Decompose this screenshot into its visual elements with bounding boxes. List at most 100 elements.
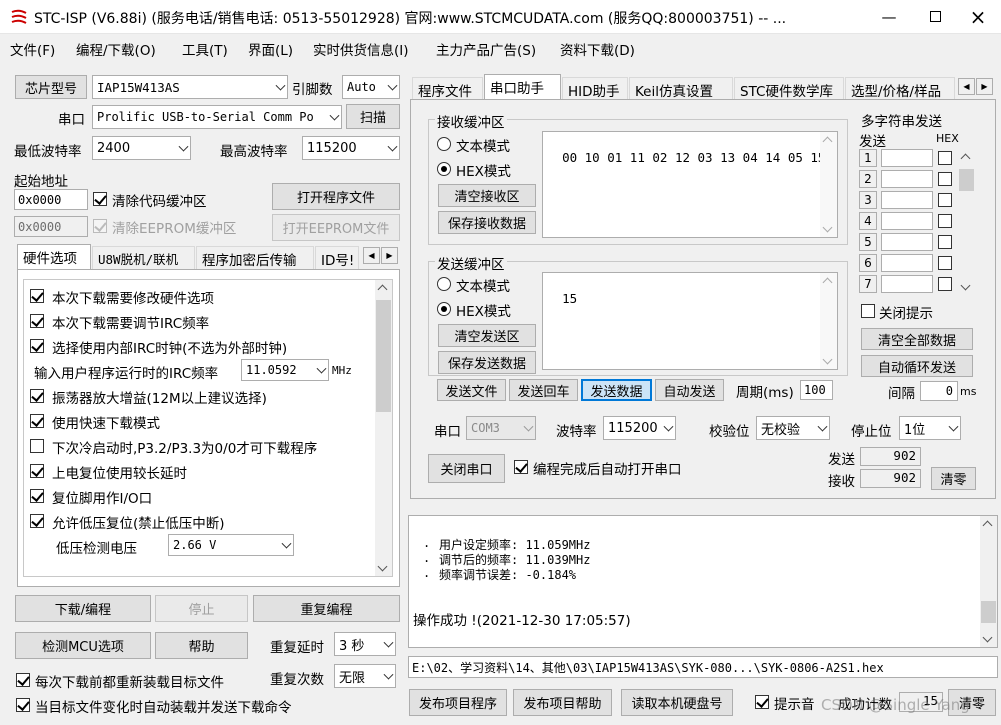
publish-program-button[interactable]: 发布项目程序 bbox=[409, 689, 507, 716]
menu-tools[interactable]: 工具(T) bbox=[182, 39, 228, 59]
irc-frequency-select[interactable]: 11.0592 bbox=[241, 359, 329, 381]
maximize-icon[interactable] bbox=[912, 0, 958, 34]
tab-scroll-right-icon[interactable]: ▶ bbox=[976, 78, 993, 95]
chip-type-select[interactable]: IAP15W413AS bbox=[92, 75, 288, 99]
send-text-mode-radio[interactable] bbox=[437, 277, 451, 291]
parity-select[interactable]: 无校验 bbox=[756, 416, 830, 440]
multi-hex-5-checkbox[interactable] bbox=[938, 235, 952, 249]
multi-send-3-button[interactable]: 3 bbox=[859, 191, 877, 209]
multi-send-6-button[interactable]: 6 bbox=[859, 254, 877, 272]
minimize-icon[interactable]: — bbox=[866, 0, 912, 34]
scrollbar-thumb[interactable] bbox=[981, 601, 996, 623]
save-receive-button[interactable]: 保存接收数据 bbox=[438, 211, 536, 234]
tab-hid[interactable]: HID助手 bbox=[562, 77, 628, 100]
clear-eeprom-checkbox[interactable] bbox=[93, 219, 107, 233]
min-baud-select[interactable]: 2400 bbox=[92, 136, 191, 160]
autosend-checkbox[interactable] bbox=[16, 698, 30, 712]
clear-all-button[interactable]: 清空全部数据 bbox=[861, 328, 973, 350]
option-checkbox[interactable] bbox=[30, 314, 44, 328]
menu-downloads[interactable]: 资料下载(D) bbox=[560, 39, 635, 59]
send-buffer-text[interactable]: 15 bbox=[542, 272, 838, 370]
multi-hex-6-checkbox[interactable] bbox=[938, 256, 952, 270]
eeprom-address-input[interactable]: 0x0000 bbox=[14, 216, 88, 237]
period-input[interactable]: 100 bbox=[800, 380, 833, 400]
send-enter-button[interactable]: 发送回车 bbox=[509, 379, 578, 401]
clear-send-button[interactable]: 清空发送区 bbox=[438, 324, 536, 347]
multi-hex-7-checkbox[interactable] bbox=[938, 277, 952, 291]
scrollbar-thumb[interactable] bbox=[959, 169, 974, 191]
multi-input-2[interactable] bbox=[881, 170, 933, 188]
tab-keil[interactable]: Keil仿真设置 bbox=[629, 77, 733, 100]
option-checkbox[interactable] bbox=[30, 339, 44, 353]
clear-code-checkbox[interactable] bbox=[93, 192, 107, 206]
stop-button[interactable]: 停止 bbox=[155, 595, 248, 622]
read-hdd-button[interactable]: 读取本机硬盘号 bbox=[621, 689, 733, 716]
option-checkbox[interactable] bbox=[30, 439, 44, 453]
download-program-button[interactable]: 下载/编程 bbox=[15, 595, 151, 622]
multi-input-4[interactable] bbox=[881, 212, 933, 230]
recv-hex-mode-radio[interactable] bbox=[437, 162, 451, 176]
multi-hex-2-checkbox[interactable] bbox=[938, 172, 952, 186]
close-tip-checkbox[interactable] bbox=[861, 304, 875, 318]
scrollbar-thumb[interactable] bbox=[376, 300, 391, 412]
publish-help-button[interactable]: 发布项目帮助 bbox=[513, 689, 612, 716]
tab-hardware-options[interactable]: 硬件选项 bbox=[17, 244, 91, 269]
tab-math-lib[interactable]: STC硬件数学库 bbox=[734, 77, 844, 100]
multi-input-7[interactable] bbox=[881, 275, 933, 293]
option-checkbox[interactable] bbox=[30, 414, 44, 428]
tab-id[interactable]: ID号! bbox=[315, 246, 359, 269]
menu-program[interactable]: 编程/下载(O) bbox=[76, 39, 156, 59]
multi-send-1-button[interactable]: 1 bbox=[859, 149, 877, 167]
multi-hex-3-checkbox[interactable] bbox=[938, 193, 952, 207]
multi-send-2-button[interactable]: 2 bbox=[859, 170, 877, 188]
tip-sound-checkbox[interactable] bbox=[755, 695, 769, 709]
tab-scroll-right-icon[interactable]: ▶ bbox=[381, 247, 398, 264]
options-scrollbar[interactable] bbox=[375, 280, 392, 576]
auto-send-button[interactable]: 自动发送 bbox=[655, 379, 724, 401]
open-program-button[interactable]: 打开程序文件 bbox=[272, 183, 400, 210]
send-scrollbar[interactable] bbox=[820, 273, 837, 369]
repeat-delay-select[interactable]: 3 秒 bbox=[334, 632, 396, 656]
open-eeprom-button[interactable]: 打开EEPROM文件 bbox=[272, 214, 400, 241]
multi-input-3[interactable] bbox=[881, 191, 933, 209]
repeat-count-select[interactable]: 无限 bbox=[334, 664, 396, 688]
tab-program-file[interactable]: 程序文件 bbox=[412, 77, 483, 100]
detect-mcu-button[interactable]: 检测MCU选项 bbox=[15, 632, 151, 659]
option-checkbox[interactable] bbox=[30, 464, 44, 478]
repeat-program-button[interactable]: 重复编程 bbox=[253, 595, 400, 622]
option-checkbox[interactable] bbox=[30, 514, 44, 528]
option-checkbox[interactable] bbox=[30, 389, 44, 403]
stop-bits-select[interactable]: 1位 bbox=[899, 416, 961, 440]
serial-port-select[interactable]: COM3 bbox=[466, 416, 536, 440]
clear-receive-button[interactable]: 清空接收区 bbox=[438, 184, 536, 207]
multi-send-5-button[interactable]: 5 bbox=[859, 233, 877, 251]
tab-scroll-left-icon[interactable]: ◀ bbox=[363, 247, 380, 264]
close-icon[interactable]: × bbox=[955, 0, 1001, 34]
baud-select[interactable]: 115200 bbox=[603, 416, 676, 440]
code-address-input[interactable]: 0x0000 bbox=[14, 189, 88, 210]
auto-loop-button[interactable]: 自动循环发送 bbox=[861, 355, 973, 377]
menu-ads[interactable]: 主力产品广告(S) bbox=[436, 39, 536, 59]
send-data-button[interactable]: 发送数据 bbox=[581, 379, 652, 401]
multi-send-7-button[interactable]: 7 bbox=[859, 275, 877, 293]
menu-ui[interactable]: 界面(L) bbox=[248, 39, 293, 59]
tab-u8w[interactable]: U8W脱机/联机 bbox=[92, 246, 195, 269]
tab-serial-assistant[interactable]: 串口助手 bbox=[484, 74, 561, 99]
recv-text-mode-radio[interactable] bbox=[437, 137, 451, 151]
close-port-button[interactable]: 关闭串口 bbox=[428, 454, 505, 483]
tab-encrypt[interactable]: 程序加密后传输 bbox=[196, 246, 314, 269]
multi-hex-4-checkbox[interactable] bbox=[938, 214, 952, 228]
log-scrollbar[interactable] bbox=[980, 516, 997, 647]
receive-scrollbar[interactable] bbox=[820, 132, 837, 237]
multi-input-6[interactable] bbox=[881, 254, 933, 272]
auto-open-checkbox[interactable] bbox=[514, 460, 528, 474]
menu-stock[interactable]: 实时供货信息(I) bbox=[313, 39, 409, 59]
port-select[interactable]: Prolific USB-to-Serial Comm Po bbox=[92, 105, 342, 129]
pin-select[interactable]: Auto bbox=[342, 75, 400, 99]
send-file-button[interactable]: 发送文件 bbox=[437, 379, 506, 401]
option-checkbox[interactable] bbox=[30, 489, 44, 503]
tab-price[interactable]: 选型/价格/样品 bbox=[845, 77, 955, 100]
multi-send-4-button[interactable]: 4 bbox=[859, 212, 877, 230]
lvd-select[interactable]: 2.66 V bbox=[168, 534, 294, 556]
chip-type-button[interactable]: 芯片型号 bbox=[15, 75, 87, 99]
